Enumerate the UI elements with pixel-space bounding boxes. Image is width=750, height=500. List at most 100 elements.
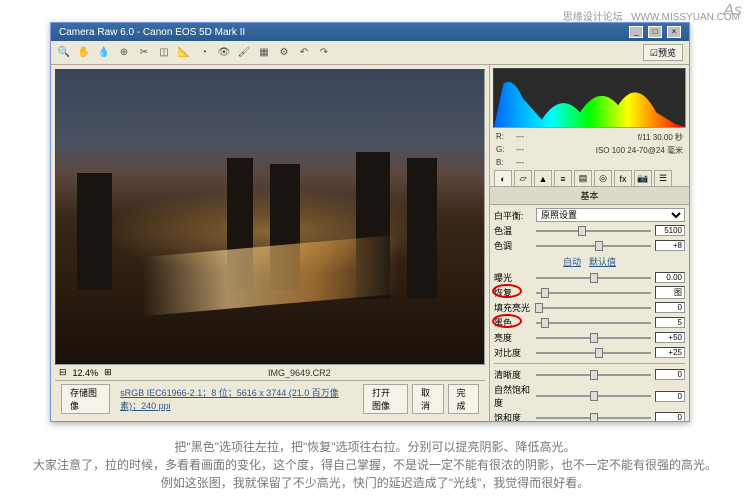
slider-row-brightness: 亮度 +50 bbox=[494, 330, 685, 345]
tab-curve[interactable]: ▱ bbox=[514, 170, 532, 186]
done-button[interactable]: 完成 bbox=[448, 384, 480, 414]
zoom-bar: ⊟ 12.4% ⊞ IMG_9649.CR2 bbox=[55, 365, 485, 380]
camera-raw-window: Camera Raw 6.0 - Canon EOS 5D Mark II _ … bbox=[50, 22, 690, 422]
redeye-tool-icon[interactable]: 👁 bbox=[217, 46, 231, 60]
rgb-r-value: --- bbox=[516, 132, 524, 143]
preview-checkbox[interactable]: ☑预览 bbox=[643, 44, 683, 61]
temp-slider[interactable] bbox=[536, 226, 651, 236]
default-link[interactable]: 默认值 bbox=[589, 257, 616, 267]
cancel-button[interactable]: 取消 bbox=[412, 384, 444, 414]
tab-split[interactable]: ▤ bbox=[574, 170, 592, 186]
slider-row-blacks: 黑色 5 bbox=[494, 315, 685, 330]
image-preview[interactable] bbox=[55, 69, 485, 365]
slider-row-clarity: 清晰度 0 bbox=[494, 367, 685, 382]
contrast-value[interactable]: +25 bbox=[655, 347, 685, 358]
slider-row-fill: 填充亮光 0 bbox=[494, 300, 685, 315]
brightness-label: 亮度 bbox=[494, 331, 532, 344]
zoom-in-icon[interactable]: ⊞ bbox=[104, 367, 112, 378]
fill-label: 填充亮光 bbox=[494, 301, 532, 314]
recovery-value[interactable]: 图 bbox=[655, 286, 685, 299]
zoom-level[interactable]: 12.4% bbox=[73, 368, 99, 378]
rotate-cw-icon[interactable]: ↷ bbox=[317, 46, 331, 60]
saturation-value[interactable]: 0 bbox=[655, 412, 685, 421]
clarity-value[interactable]: 0 bbox=[655, 369, 685, 380]
slider-row-tint: 色调 +8 bbox=[494, 238, 685, 253]
fill-value[interactable]: 0 bbox=[655, 302, 685, 313]
vibrance-value[interactable]: 0 bbox=[655, 391, 685, 402]
tab-hsl[interactable]: ≡ bbox=[554, 170, 572, 186]
slider-row-saturation: 饱和度 0 bbox=[494, 410, 685, 421]
zoom-tool-icon[interactable]: 🔍 bbox=[57, 46, 71, 60]
wb-label: 白平衡: bbox=[494, 209, 532, 222]
exposure-slider[interactable] bbox=[536, 273, 651, 283]
spot-tool-icon[interactable]: ◔ bbox=[197, 46, 211, 60]
tab-fx[interactable]: fx bbox=[614, 170, 632, 186]
watermark: As bbox=[723, 2, 742, 20]
preview-pane: ⊟ 12.4% ⊞ IMG_9649.CR2 存储图像 sRGB IEC6196… bbox=[51, 65, 489, 421]
rgb-g-label: G: bbox=[496, 145, 516, 156]
tab-lens[interactable]: ◎ bbox=[594, 170, 612, 186]
prefs-icon[interactable]: ⚙ bbox=[277, 46, 291, 60]
vibrance-slider[interactable] bbox=[536, 391, 651, 401]
crop-tool-icon[interactable]: ◫ bbox=[157, 46, 171, 60]
tab-detail[interactable]: ▲ bbox=[534, 170, 552, 186]
straighten-tool-icon[interactable]: 📐 bbox=[177, 46, 191, 60]
fill-slider[interactable] bbox=[536, 303, 651, 313]
slider-row-recovery: 恢复 图 bbox=[494, 285, 685, 300]
contrast-slider[interactable] bbox=[536, 348, 651, 358]
caption-text: 把"黑色"选项往左拉，把"恢复"选项往右拉。分别可以提亮阴影、降低高光。 大家注… bbox=[30, 438, 720, 492]
rgb-r-label: R: bbox=[496, 132, 516, 143]
tint-label: 色调 bbox=[494, 239, 532, 252]
slider-row-contrast: 对比度 +25 bbox=[494, 345, 685, 360]
rotate-ccw-icon[interactable]: ↶ bbox=[297, 46, 311, 60]
slider-row-vibrance: 自然饱和度0 bbox=[494, 382, 685, 410]
rgb-b-value: --- bbox=[516, 158, 524, 167]
clarity-slider[interactable] bbox=[536, 370, 651, 380]
toolbar: 🔍 ✋ 💧 ⊕ ✂ ◫ 📐 ◔ 👁 🖌 ▦ ⚙ ↶ ↷ ☑预览 bbox=[51, 41, 689, 65]
exposure-value[interactable]: 0.00 bbox=[655, 272, 685, 283]
open-image-button[interactable]: 打开图像 bbox=[363, 384, 408, 414]
hand-tool-icon[interactable]: ✋ bbox=[77, 46, 91, 60]
auto-link[interactable]: 自动 bbox=[563, 257, 581, 267]
rgb-g-value: --- bbox=[516, 145, 524, 156]
tab-calib[interactable]: 📷 bbox=[634, 170, 652, 186]
sampler-tool-icon[interactable]: ⊕ bbox=[117, 46, 131, 60]
target-tool-icon[interactable]: ✂ bbox=[137, 46, 151, 60]
blacks-slider[interactable] bbox=[536, 318, 651, 328]
zoom-out-icon[interactable]: ⊟ bbox=[59, 367, 67, 378]
temp-label: 色温 bbox=[494, 224, 532, 237]
tint-value[interactable]: +8 bbox=[655, 240, 685, 251]
recovery-slider[interactable] bbox=[536, 288, 651, 298]
filename-label: IMG_9649.CR2 bbox=[268, 368, 331, 378]
exposure-label: 曝光 bbox=[494, 271, 532, 284]
tint-slider[interactable] bbox=[536, 241, 651, 251]
panel-title: 基本 bbox=[490, 187, 689, 205]
close-button[interactable]: × bbox=[667, 26, 681, 38]
grad-filter-icon[interactable]: ▦ bbox=[257, 46, 271, 60]
saturation-label: 饱和度 bbox=[494, 411, 532, 421]
temp-value[interactable]: 5100 bbox=[655, 225, 685, 236]
maximize-button[interactable]: □ bbox=[648, 26, 662, 38]
tab-basic[interactable]: ◐ bbox=[494, 170, 512, 186]
title-bar: Camera Raw 6.0 - Canon EOS 5D Mark II _ … bbox=[51, 23, 689, 41]
blacks-value[interactable]: 5 bbox=[655, 317, 685, 328]
histogram[interactable] bbox=[493, 68, 686, 128]
workflow-link[interactable]: sRGB IEC61966-2.1；8 位；5616 x 3744 (21.0 … bbox=[120, 386, 353, 412]
saturation-slider[interactable] bbox=[536, 413, 651, 422]
contrast-label: 对比度 bbox=[494, 346, 532, 359]
brightness-value[interactable]: +50 bbox=[655, 332, 685, 343]
adjust-brush-icon[interactable]: 🖌 bbox=[237, 46, 251, 60]
iso-info: ISO 100 24-70@24 毫米 bbox=[596, 145, 683, 156]
brightness-slider[interactable] bbox=[536, 333, 651, 343]
wb-select[interactable]: 原照设置 bbox=[536, 208, 685, 222]
window-title: Camera Raw 6.0 - Canon EOS 5D Mark II bbox=[59, 27, 245, 38]
basic-controls: 白平衡: 原照设置 色温5100色调+8 自动默认值 曝光0.00恢复图填充亮光… bbox=[490, 205, 689, 421]
recovery-label: 恢复 bbox=[494, 286, 532, 299]
wb-tool-icon[interactable]: 💧 bbox=[97, 46, 111, 60]
clarity-label: 清晰度 bbox=[494, 368, 532, 381]
slider-row-exposure: 曝光 0.00 bbox=[494, 270, 685, 285]
tab-preset[interactable]: ☰ bbox=[654, 170, 672, 186]
blacks-label: 黑色 bbox=[494, 316, 532, 329]
save-image-button[interactable]: 存储图像 bbox=[61, 384, 110, 414]
minimize-button[interactable]: _ bbox=[629, 26, 643, 38]
